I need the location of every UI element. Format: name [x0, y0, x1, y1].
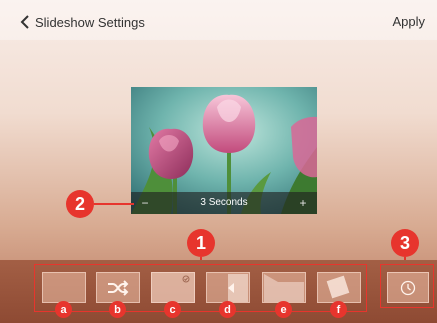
shuffle-icon — [108, 279, 129, 296]
transition-effect-e[interactable] — [262, 272, 306, 303]
effect-label-b: b — [109, 301, 126, 318]
page-title: Slideshow Settings — [35, 14, 145, 30]
transition-effect-d[interactable] — [206, 272, 250, 303]
slideshow-preview: − 3 Seconds + — [131, 87, 317, 214]
fade-icon — [182, 275, 190, 282]
effect-label-a: a — [55, 301, 72, 318]
duration-increase-button[interactable]: + — [292, 192, 314, 214]
timer-button[interactable] — [387, 272, 429, 303]
duration-decrease-button[interactable]: − — [134, 192, 156, 214]
header-bar: Slideshow Settings Apply — [0, 0, 437, 40]
slide-icon — [228, 273, 248, 302]
effect-label-e: e — [275, 301, 292, 318]
effect-label-c: c — [164, 301, 181, 318]
duration-control: − 3 Seconds + — [131, 192, 317, 214]
transition-effect-c[interactable] — [151, 272, 195, 303]
callout-3-badge: 3 — [391, 229, 419, 257]
slideshow-settings-screen: Slideshow Settings Apply − 3 Seconds + 2… — [0, 0, 437, 323]
clock-icon — [400, 280, 416, 295]
callout-1-badge: 1 — [187, 229, 215, 257]
callout-2-badge: 2 — [66, 190, 94, 218]
effect-label-d: d — [219, 301, 236, 318]
callout-2-line — [94, 203, 134, 205]
transition-effect-b[interactable] — [96, 272, 140, 303]
effect-label-f: f — [330, 301, 347, 318]
duration-value: 3 Seconds — [200, 197, 248, 208]
apply-button[interactable]: Apply — [392, 14, 425, 29]
transition-effect-a[interactable] — [42, 272, 86, 303]
fold-icon — [264, 273, 304, 302]
back-button[interactable]: Slideshow Settings — [20, 14, 145, 30]
transition-effect-f[interactable] — [317, 272, 361, 303]
rotate-icon — [326, 275, 350, 298]
chevron-left-icon — [20, 15, 29, 29]
